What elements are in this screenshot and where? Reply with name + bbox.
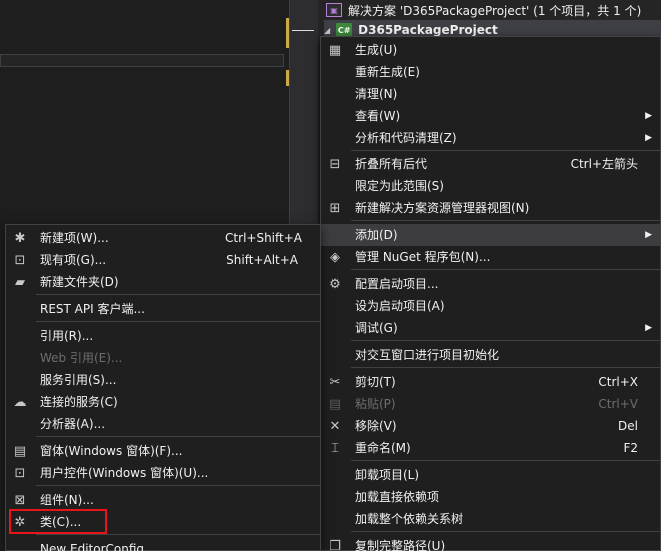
project-context-menu: ▦ 生成(U) 重新生成(E) 清理(N) 查看(W) ▶ 分析和代码清理(Z) ▶ … [320, 36, 661, 551]
menu-item-interactive-init[interactable]: 对交互窗口进行项目初始化 [321, 344, 660, 366]
menu-item-analyze[interactable]: 分析和代码清理(Z) ▶ [321, 127, 660, 149]
solution-node[interactable]: ▣ 解决方案 'D365PackageProject' (1 个项目，共 1 个… [326, 0, 641, 20]
project-label: D365PackageProject [358, 23, 498, 37]
submenu-item-connected-services[interactable]: ☁ 连接的服务(C) [6, 391, 320, 413]
menu-item-cut[interactable]: ✂ 剪切(T) Ctrl+X [321, 371, 660, 393]
submenu-item-editorconfig[interactable]: New EditorConfig [6, 538, 320, 551]
existing-item-icon: ⊡ [14, 252, 26, 268]
highlight-box [9, 509, 107, 534]
menu-item-paste: ▤ 粘贴(P) Ctrl+V [321, 393, 660, 415]
submenu-arrow-icon: ▶ [645, 133, 652, 143]
menu-item-collapse-all[interactable]: ⊟ 折叠所有后代 Ctrl+左箭头 [321, 153, 660, 175]
form-icon: ▤ [13, 443, 27, 459]
menu-item-unload[interactable]: 卸载项目(L) [321, 464, 660, 486]
submenu-item-component[interactable]: ⊠ 组件(N)... [6, 489, 320, 511]
gear-icon: ⚙ [329, 276, 341, 292]
user-control-icon: ⊡ [14, 465, 26, 481]
submenu-item-user-control[interactable]: ⊡ 用户控件(Windows 窗体)(U)... [6, 462, 320, 484]
menu-item-copy-path[interactable]: ❐ 复制完整路径(U) [321, 535, 660, 551]
submenu-item-new-item[interactable]: ✱ 新建项(W)... Ctrl+Shift+A [6, 227, 320, 249]
new-item-icon: ✱ [14, 230, 26, 246]
paste-icon: ▤ [328, 396, 342, 412]
submenu-item-reference[interactable]: 引用(R)... [6, 325, 320, 347]
menu-item-build[interactable]: ▦ 生成(U) [321, 39, 660, 61]
nuget-icon: ◈ [330, 249, 340, 265]
submenu-arrow-icon: ▶ [645, 230, 652, 240]
menu-item-load-dep-tree[interactable]: 加载整个依赖关系树 [321, 508, 660, 530]
submenu-item-service-reference[interactable]: 服务引用(S)... [6, 369, 320, 391]
rename-icon: ⌶ [331, 440, 339, 456]
new-folder-icon: ▰ [15, 274, 25, 290]
copy-path-icon: ❐ [329, 538, 341, 551]
submenu-item-analyzer[interactable]: 分析器(A)... [6, 413, 320, 435]
submenu-item-new-folder[interactable]: ▰ 新建文件夹(D) [6, 271, 320, 293]
new-view-icon: ⊞ [329, 200, 341, 216]
expand-arrow-icon[interactable]: ◢ [324, 26, 330, 35]
collapse-icon: ⊟ [329, 156, 341, 172]
editor-line-box [0, 54, 284, 67]
cut-icon: ✂ [329, 374, 341, 390]
solution-icon: ▣ [326, 3, 342, 17]
build-icon: ▦ [328, 42, 342, 58]
menu-item-add[interactable]: 添加(D) ▶ [321, 224, 660, 246]
submenu-item-existing-item[interactable]: ⊡ 现有项(G)... Shift+Alt+A [6, 249, 320, 271]
connected-service-icon: ☁ [13, 394, 27, 410]
submenu-arrow-icon: ▶ [645, 323, 652, 333]
menu-item-nuget[interactable]: ◈ 管理 NuGet 程序包(N)... [321, 246, 660, 268]
solution-label: 解决方案 'D365PackageProject' (1 个项目，共 1 个) [348, 3, 642, 18]
add-submenu: ✱ 新建项(W)... Ctrl+Shift+A ⊡ 现有项(G)... Shift+A… [5, 224, 321, 551]
menu-item-view[interactable]: 查看(W) ▶ [321, 105, 660, 127]
menu-item-rebuild[interactable]: 重新生成(E) [321, 61, 660, 83]
menu-item-scope[interactable]: 限定为此范围(S) [321, 175, 660, 197]
menu-item-remove[interactable]: ✕ 移除(V) Del [321, 415, 660, 437]
submenu-item-rest-api[interactable]: REST API 客户端... [6, 298, 320, 320]
menu-item-set-startup[interactable]: 设为启动项目(A) [321, 295, 660, 317]
component-icon: ⊠ [14, 492, 26, 508]
menu-item-load-direct-deps[interactable]: 加载直接依赖项 [321, 486, 660, 508]
menu-item-debug[interactable]: 调试(G) ▶ [321, 317, 660, 339]
menu-item-rename[interactable]: ⌶ 重命名(M) F2 [321, 437, 660, 459]
menu-item-clean[interactable]: 清理(N) [321, 83, 660, 105]
menu-item-configure-startup[interactable]: ⚙ 配置启动项目... [321, 273, 660, 295]
csharp-project-icon: C# [336, 23, 353, 37]
submenu-item-windows-form[interactable]: ▤ 窗体(Windows 窗体)(F)... [6, 440, 320, 462]
remove-icon: ✕ [329, 418, 341, 434]
submenu-item-web-reference: Web 引用(E)... [40, 351, 123, 365]
menu-item-new-view[interactable]: ⊞ 新建解决方案资源管理器视图(N) [321, 197, 660, 219]
submenu-arrow-icon: ▶ [645, 111, 652, 121]
